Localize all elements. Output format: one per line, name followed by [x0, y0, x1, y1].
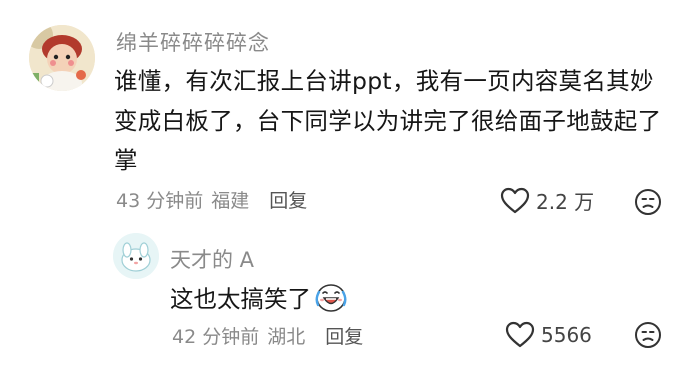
reply-reply-button[interactable]: 回复 — [325, 326, 363, 348]
username[interactable]: 绵羊碎碎碎碎念 — [116, 27, 270, 57]
comment-time: 43 分钟前 — [116, 190, 204, 212]
heart-outline-icon — [505, 321, 535, 348]
reply-text: 这也太搞笑了 — [170, 285, 311, 313]
reply-avatar[interactable] — [113, 233, 159, 279]
frown-face-icon[interactable] — [634, 188, 662, 216]
heart-outline-icon — [500, 187, 530, 214]
comment-section: 绵羊碎碎碎碎念 谁懂，有次汇报上台讲ppt，我有一页内容莫名其妙变成白板了，台下… — [0, 0, 690, 369]
like-button[interactable]: 2.2 万 — [500, 186, 594, 215]
like-count: 2.2 万 — [536, 190, 595, 214]
reply-text-row: 这也太搞笑了 — [170, 280, 348, 314]
reply-button[interactable]: 回复 — [269, 190, 307, 212]
avatar[interactable] — [29, 25, 95, 91]
reply-like-count: 5566 — [541, 322, 592, 347]
comment-location: 福建 — [211, 190, 250, 212]
comment-text: 谁懂，有次汇报上台讲ppt，我有一页内容莫名其妙变成白板了，台下同学以为讲完了很… — [114, 67, 662, 174]
crying-laughing-emoji — [315, 284, 347, 312]
reply-like-button[interactable]: 5566 — [505, 321, 592, 348]
frown-face-icon[interactable] — [634, 321, 662, 349]
reply-time: 42 分钟前 — [172, 326, 260, 348]
reply-meta: 42 分钟前 湖北 回复 — [172, 322, 363, 349]
comment-meta: 43 分钟前 福建 回复 — [116, 186, 307, 213]
reply-username[interactable]: 天才的 A — [170, 244, 254, 274]
reply-location: 湖北 — [267, 326, 306, 348]
